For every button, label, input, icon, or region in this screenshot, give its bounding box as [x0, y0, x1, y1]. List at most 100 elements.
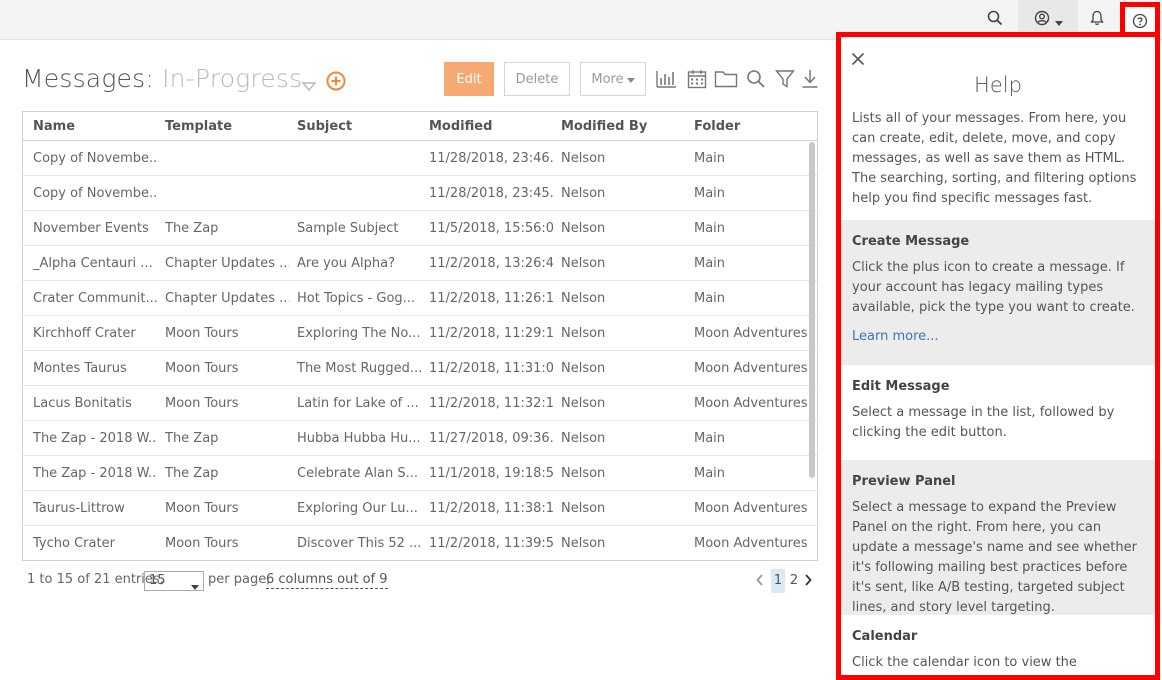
- column-header-name[interactable]: Name: [33, 112, 75, 141]
- column-header-folder[interactable]: Folder: [694, 112, 740, 141]
- table-row[interactable]: Kirchhoff Crater Moon Tours Exploring The …: [23, 316, 817, 351]
- cell-folder: Moon Adventures: [694, 361, 808, 376]
- cell-template: [165, 141, 289, 176]
- cell-modified: 11/2/2018, 11:39:51: [429, 536, 553, 551]
- help-section-body: Select a message in the list, followed b…: [852, 405, 1115, 440]
- learn-more-link[interactable]: Learn more...: [852, 327, 1144, 347]
- column-header-template[interactable]: Template: [165, 112, 232, 141]
- table-row[interactable]: Crater Communit... Chapter Updates ... Hot…: [23, 281, 817, 316]
- cell-modified-by: Nelson: [561, 151, 606, 166]
- cell-subject: Discover This 52 ...: [297, 536, 421, 551]
- cell-template: Moon Tours: [165, 361, 239, 376]
- cell-modified: 11/5/2018, 15:56:00: [429, 221, 553, 236]
- cell-name: Montes Taurus: [33, 361, 127, 376]
- calendar-icon[interactable]: [684, 66, 710, 92]
- cell-name: The Zap - 2018 W...: [33, 431, 157, 446]
- cell-name: The Zap - 2018 W...: [33, 466, 157, 481]
- help-icon: [1132, 13, 1148, 33]
- help-intro: Lists all of your messages. From here, y…: [852, 111, 1137, 206]
- previous-page-icon[interactable]: [755, 572, 765, 591]
- table-row[interactable]: Lacus Bonitatis Moon Tours Latin for Lake …: [23, 386, 817, 421]
- cell-modified-by: Nelson: [561, 396, 606, 411]
- cell-modified-by: Nelson: [561, 361, 606, 376]
- cell-folder: Main: [694, 291, 726, 306]
- table-row[interactable]: Montes Taurus Moon Tours The Most Rugged..…: [23, 351, 817, 386]
- table-header: Name Template Subject Modified Modified …: [23, 112, 817, 141]
- cell-modified: 11/2/2018, 11:29:13: [429, 326, 553, 341]
- edit-button[interactable]: Edit: [444, 62, 494, 96]
- add-message-icon[interactable]: [326, 71, 346, 95]
- cell-template: [165, 176, 289, 211]
- cell-subject: Latin for Lake of ...: [297, 396, 419, 411]
- table-row[interactable]: Copy of Novembe... 11/28/2018, 23:46... Ne…: [23, 141, 817, 176]
- cell-modified-by: Nelson: [561, 466, 606, 481]
- cell-subject: The Most Rugged...: [297, 361, 421, 376]
- folder-icon[interactable]: [713, 66, 739, 92]
- table-row[interactable]: The Zap - 2018 W... The Zap Hubba Hubba Hu…: [23, 421, 817, 456]
- table-row[interactable]: November Events The Zap Sample Subject 11/5…: [23, 211, 817, 246]
- cell-folder: Main: [694, 256, 726, 271]
- cell-modified: 11/1/2018, 19:18:57: [429, 466, 553, 481]
- cell-modified: 11/2/2018, 11:31:01: [429, 361, 553, 376]
- account-icon: [1034, 10, 1050, 30]
- page-1-button[interactable]: 1: [771, 569, 785, 593]
- close-icon[interactable]: [851, 51, 865, 70]
- delete-button[interactable]: Delete: [504, 62, 570, 96]
- next-page-icon[interactable]: [803, 572, 813, 591]
- view-dropdown-icon[interactable]: [301, 76, 317, 95]
- column-header-modified[interactable]: Modified: [429, 112, 492, 141]
- filter-icon[interactable]: [772, 66, 798, 92]
- more-button-label: More: [591, 71, 624, 87]
- cell-template: Moon Tours: [165, 326, 239, 341]
- view-selector[interactable]: In-Progress: [162, 64, 302, 93]
- chart-icon[interactable]: [653, 66, 679, 92]
- column-header-subject[interactable]: Subject: [297, 112, 352, 141]
- cell-name: Crater Communit...: [33, 291, 157, 306]
- table-row[interactable]: Taurus-Littrow Moon Tours Exploring Our Lu…: [23, 491, 817, 526]
- page-title-label: Messages:: [22, 64, 154, 93]
- page-title: Messages: In-Progress: [22, 64, 302, 93]
- help-section-preview-panel: Preview Panel Select a message to expand…: [841, 460, 1155, 615]
- table-scrollbar[interactable]: [809, 142, 815, 478]
- help-section-edit-message: Edit Message Select a message in the lis…: [841, 365, 1155, 460]
- cell-modified: 11/2/2018, 11:32:18: [429, 396, 553, 411]
- cell-folder: Main: [694, 431, 726, 446]
- column-header-modified-by[interactable]: Modified By: [561, 112, 647, 141]
- columns-selector-link[interactable]: 6 columns out of 9: [266, 572, 388, 589]
- cell-template: Chapter Updates ...: [165, 256, 289, 271]
- cell-folder: Moon Adventures: [694, 396, 808, 411]
- table-row[interactable]: Tycho Crater Moon Tours Discover This 52 .…: [23, 526, 817, 560]
- per-page-select[interactable]: 15: [144, 571, 204, 591]
- bell-icon: [1090, 10, 1104, 30]
- help-section-title: Create Message: [852, 234, 970, 249]
- help-panel: Help Lists all of your messages. From he…: [836, 32, 1160, 680]
- cell-modified: 11/2/2018, 11:38:17: [429, 501, 553, 516]
- download-icon[interactable]: [797, 66, 823, 92]
- help-title: Help: [974, 73, 1022, 97]
- page-2-button[interactable]: 2: [788, 569, 800, 593]
- cell-template: Moon Tours: [165, 501, 239, 516]
- cell-modified-by: Nelson: [561, 536, 606, 551]
- cell-folder: Main: [694, 221, 726, 236]
- cell-template: The Zap: [165, 221, 219, 236]
- cell-modified: 11/27/2018, 09:36...: [429, 431, 553, 446]
- cell-folder: Moon Adventures: [694, 326, 808, 341]
- chevron-down-icon: [1054, 11, 1063, 30]
- cell-name: November Events: [33, 221, 149, 236]
- search-icon[interactable]: [743, 66, 769, 92]
- cell-modified: 11/2/2018, 13:26:40: [429, 256, 553, 271]
- table-row[interactable]: Copy of Novembe... 11/28/2018, 23:45... Ne…: [23, 176, 817, 211]
- table-row[interactable]: The Zap - 2018 W... The Zap Celebrate Alan…: [23, 456, 817, 491]
- cell-modified-by: Nelson: [561, 501, 606, 516]
- help-section-title: Edit Message: [852, 379, 950, 394]
- table-row[interactable]: _Alpha Centauri ... Chapter Updates ... Ar…: [23, 246, 817, 281]
- cell-template: Moon Tours: [165, 536, 239, 551]
- cell-subject: Are you Alpha?: [297, 256, 395, 271]
- per-page-value: 15: [149, 573, 166, 588]
- more-button[interactable]: More: [580, 62, 646, 96]
- cell-subject: Hubba Hubba Hu...: [297, 431, 421, 446]
- cell-name: Tycho Crater: [33, 536, 115, 551]
- help-section-body: Select a message to expand the Preview P…: [852, 500, 1137, 615]
- cell-subject: [297, 141, 421, 176]
- cell-name: Copy of Novembe...: [33, 186, 157, 201]
